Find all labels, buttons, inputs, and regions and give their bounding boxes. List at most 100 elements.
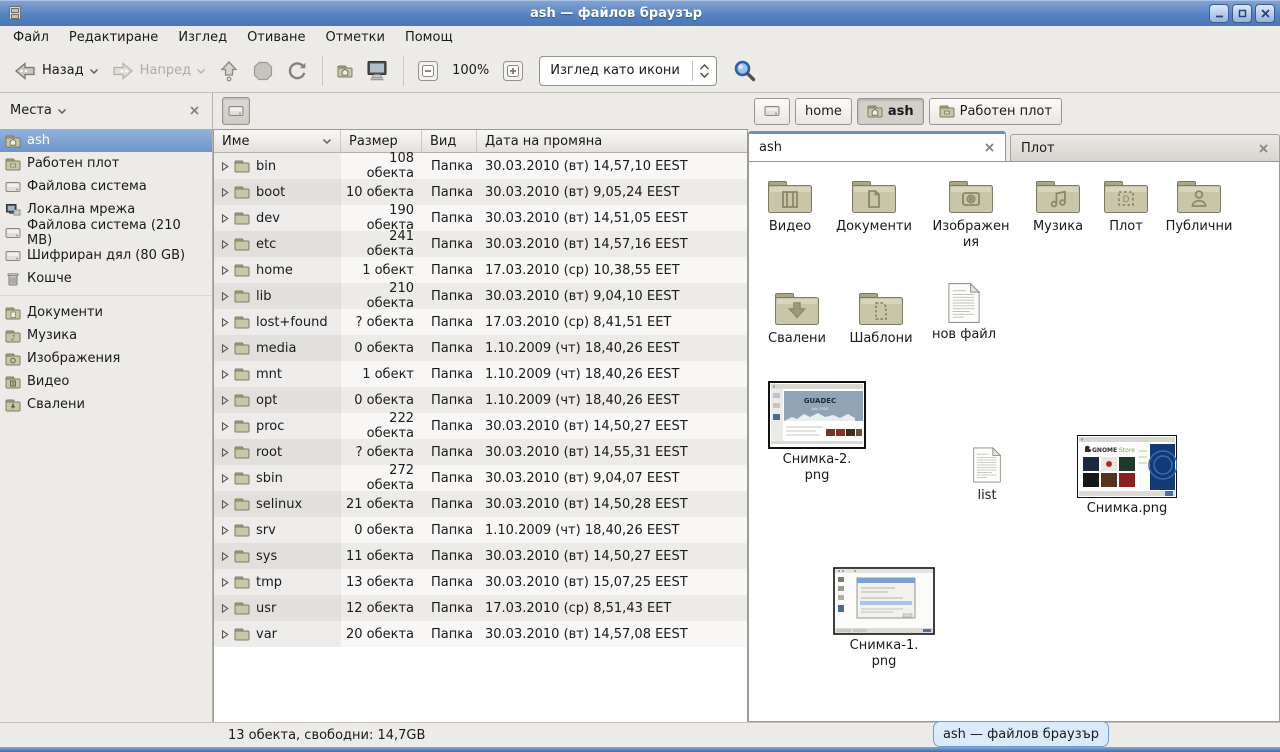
table-row[interactable]: dev 190 обекта Папка 30.03.2010 (вт) 14,…	[214, 205, 747, 231]
zoom-out-button[interactable]	[412, 57, 444, 85]
expander-icon[interactable]	[220, 265, 234, 276]
table-row[interactable]: etc 241 обекта Папка 30.03.2010 (вт) 14,…	[214, 231, 747, 257]
back-button[interactable]: Назад	[7, 56, 105, 86]
places-selector[interactable]: Места	[10, 103, 52, 118]
icon-view[interactable]: Видео Документи Изображения Музика D Пло…	[748, 161, 1280, 722]
back-dropdown-chevron-icon[interactable]	[89, 67, 99, 75]
expander-icon[interactable]	[220, 187, 234, 198]
menu-go[interactable]: Отиване	[237, 28, 315, 47]
sidebar-bookmark-item[interactable]: Документи	[0, 301, 212, 324]
minimize-button[interactable]	[1209, 4, 1229, 23]
sidebar-close-button[interactable]	[187, 103, 202, 118]
table-row[interactable]: root ? обекта Папка 30.03.2010 (вт) 14,5…	[214, 439, 747, 465]
title-bar[interactable]: ash — файлов браузър	[0, 0, 1280, 26]
icon-item-snimka[interactable]: GNOMEStore Снимка.png	[1075, 435, 1179, 517]
tab-close-icon[interactable]	[984, 142, 995, 153]
sidebar-bookmark-item[interactable]: Свалени	[0, 393, 212, 416]
path-ash-button[interactable]: ash	[857, 98, 924, 125]
expander-icon[interactable]	[220, 421, 234, 432]
menu-bookmarks[interactable]: Отметки	[315, 28, 394, 47]
computer-button[interactable]	[359, 56, 395, 86]
table-row[interactable]: lib 210 обекта Папка 30.03.2010 (вт) 9,0…	[214, 283, 747, 309]
table-row[interactable]: media 0 обекта Папка 1.10.2009 (чт) 18,4…	[214, 335, 747, 361]
icon-item-video[interactable]: Видео	[750, 176, 830, 235]
zoom-in-button[interactable]	[497, 57, 529, 85]
home-button[interactable]	[331, 59, 359, 83]
table-row[interactable]: selinux 21 обекта Папка 30.03.2010 (вт) …	[214, 491, 747, 517]
menu-help[interactable]: Помощ	[395, 28, 463, 47]
expander-icon[interactable]	[220, 161, 234, 172]
table-row[interactable]: home 1 обект Папка 17.03.2010 (ср) 10,38…	[214, 257, 747, 283]
table-row[interactable]: usr 12 обекта Папка 17.03.2010 (ср) 8,51…	[214, 595, 747, 621]
places-chevron-icon[interactable]	[57, 107, 67, 115]
column-header-modified[interactable]: Дата на промяна	[477, 130, 747, 153]
expander-icon[interactable]	[220, 603, 234, 614]
tab-plot[interactable]: Плот	[1010, 134, 1280, 161]
expander-icon[interactable]	[220, 291, 234, 302]
expander-icon[interactable]	[220, 499, 234, 510]
sidebar-place-item[interactable]: Кошче	[0, 267, 212, 290]
sidebar-place-item[interactable]: Шифриран дял (80 GB)	[0, 244, 212, 267]
sidebar-place-item[interactable]: ash	[0, 129, 212, 152]
icon-item-snimka1[interactable]: Снимка-1.png	[831, 567, 937, 669]
tab-ash[interactable]: ash	[748, 131, 1006, 161]
column-header-size[interactable]: Размер	[341, 130, 422, 153]
table-row[interactable]: var 20 обекта Папка 30.03.2010 (вт) 14,5…	[214, 621, 747, 647]
icon-item-downloads[interactable]: Свалени	[757, 288, 837, 347]
table-row[interactable]: opt 0 обекта Папка 1.10.2009 (чт) 18,40,…	[214, 387, 747, 413]
expander-icon[interactable]	[220, 551, 234, 562]
icon-item-list[interactable]: list	[955, 445, 1019, 504]
menu-file[interactable]: Файл	[3, 28, 59, 47]
path-home-button[interactable]: home	[795, 98, 852, 125]
table-row[interactable]: mnt 1 обект Папка 1.10.2009 (чт) 18,40,2…	[214, 361, 747, 387]
table-row[interactable]: proc 222 обекта Папка 30.03.2010 (вт) 14…	[214, 413, 747, 439]
icon-item-templates[interactable]: Шаблони	[841, 288, 921, 347]
table-row[interactable]: boot 10 обекта Папка 30.03.2010 (вт) 9,0…	[214, 179, 747, 205]
expander-icon[interactable]	[220, 447, 234, 458]
close-button[interactable]	[1255, 4, 1275, 23]
sidebar-place-item[interactable]: Файлова система (210 MB)	[0, 221, 212, 244]
expander-icon[interactable]	[220, 629, 234, 640]
sidebar-bookmark-item[interactable]: Изображения	[0, 347, 212, 370]
table-row[interactable]: srv 0 обекта Папка 1.10.2009 (чт) 18,40,…	[214, 517, 747, 543]
menu-view[interactable]: Изглед	[168, 28, 237, 47]
forward-dropdown-chevron-icon[interactable]	[196, 67, 206, 75]
menu-edit[interactable]: Редактиране	[59, 28, 168, 47]
table-row[interactable]: tmp 13 обекта Папка 30.03.2010 (вт) 15,0…	[214, 569, 747, 595]
table-row[interactable]: bin 108 обекта Папка 30.03.2010 (вт) 14,…	[214, 153, 747, 179]
expander-icon[interactable]	[220, 369, 234, 380]
forward-button[interactable]: Напред	[105, 56, 212, 86]
sidebar-bookmark-item[interactable]: Видео	[0, 370, 212, 393]
expander-icon[interactable]	[220, 239, 234, 250]
expander-icon[interactable]	[220, 317, 234, 328]
up-button[interactable]	[212, 55, 246, 87]
reload-button[interactable]	[280, 56, 314, 86]
column-header-name[interactable]: Име	[214, 130, 341, 153]
expander-icon[interactable]	[220, 395, 234, 406]
root-path-button[interactable]	[222, 97, 250, 125]
tab-close-icon[interactable]	[1258, 143, 1269, 154]
maximize-button[interactable]	[1232, 4, 1252, 23]
icon-item-documents[interactable]: Документи	[834, 176, 914, 235]
sidebar-place-item[interactable]: Работен плот	[0, 152, 212, 175]
icon-item-images[interactable]: Изображения	[930, 176, 1012, 250]
column-header-type[interactable]: Вид	[422, 130, 477, 153]
expander-icon[interactable]	[220, 473, 234, 484]
table-row[interactable]: sys 11 обекта Папка 30.03.2010 (вт) 14,5…	[214, 543, 747, 569]
expander-icon[interactable]	[220, 577, 234, 588]
path-root-button[interactable]	[754, 98, 790, 125]
expander-icon[interactable]	[220, 525, 234, 536]
expander-icon[interactable]	[220, 213, 234, 224]
icon-item-new-file[interactable]: нов файл	[924, 282, 1004, 343]
icon-item-desktop[interactable]: D Плот	[1086, 176, 1166, 235]
stop-button[interactable]	[246, 56, 280, 86]
icon-item-public[interactable]: Публични	[1157, 176, 1241, 235]
expander-icon[interactable]	[220, 343, 234, 354]
path-desktop-button[interactable]: Работен плот	[929, 98, 1062, 125]
search-button[interactable]	[729, 55, 761, 87]
sidebar-bookmark-item[interactable]: ♪ Музика	[0, 324, 212, 347]
view-mode-select[interactable]: Изглед като икони	[539, 56, 717, 86]
icon-item-snimka2[interactable]: GUADECJuly 2010 Снимка-2.png	[766, 381, 868, 483]
sidebar-place-item[interactable]: Файлова система	[0, 175, 212, 198]
table-row[interactable]: lost+found ? обекта Папка 17.03.2010 (ср…	[214, 309, 747, 335]
